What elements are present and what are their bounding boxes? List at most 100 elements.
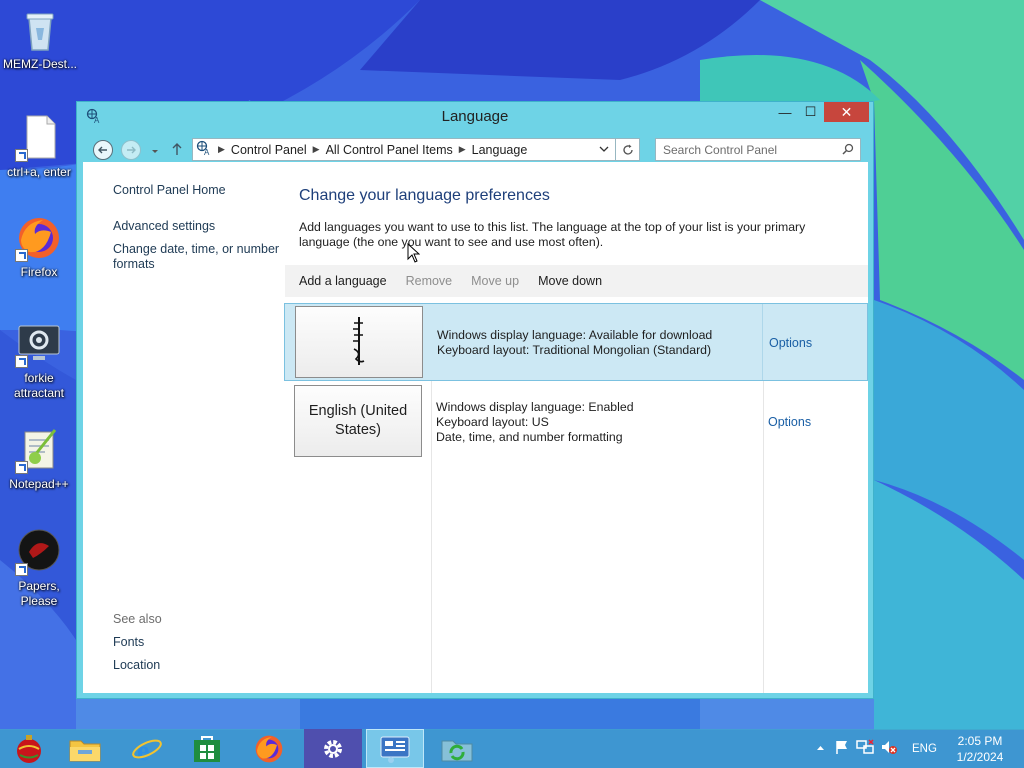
desktop-icon-label: ctrl+a, enter bbox=[7, 165, 71, 179]
search-icon[interactable] bbox=[842, 143, 854, 158]
formatting-info: Date, time, and number formatting bbox=[436, 430, 623, 444]
papers-please-icon bbox=[15, 528, 63, 576]
language-toolbar: Add a language Remove Move up Move down bbox=[285, 265, 868, 297]
text-file-icon bbox=[15, 114, 63, 162]
search-placeholder: Search Control Panel bbox=[663, 143, 778, 157]
language-tile-mongolian[interactable] bbox=[295, 306, 423, 378]
firefox-icon bbox=[255, 735, 283, 762]
show-hidden-icons-chevron-icon[interactable] bbox=[816, 743, 825, 755]
taskbar-sync-folder[interactable] bbox=[428, 729, 486, 768]
language-row-mongolian[interactable]: Windows display language: Available for … bbox=[284, 303, 868, 381]
language-tile-english[interactable]: English (United States) bbox=[294, 385, 422, 457]
network-icon[interactable] bbox=[856, 739, 874, 758]
start-ornament-icon bbox=[17, 734, 41, 763]
desktop-icon-label: Firefox bbox=[20, 265, 58, 279]
arrow-right-icon bbox=[127, 146, 136, 154]
action-center-flag-icon[interactable] bbox=[834, 739, 850, 758]
link-change-formats[interactable]: Change date, time, or number formats bbox=[113, 242, 283, 272]
display-language-status: Windows display language: Available for … bbox=[437, 328, 713, 342]
options-link-english[interactable]: Options bbox=[768, 415, 811, 429]
firefox-icon bbox=[15, 214, 63, 262]
desktop-icon-recycle-bin[interactable]: MEMZ-Dest... bbox=[1, 6, 79, 72]
minimize-button[interactable]: — bbox=[774, 102, 796, 122]
desktop-icon-label: Notepad++ bbox=[9, 477, 69, 491]
breadcrumb-all-items[interactable]: All Control Panel Items bbox=[326, 143, 453, 157]
keyboard-layout: Keyboard layout: US bbox=[436, 415, 549, 429]
keyboard-layout: Keyboard layout: Traditional Mongolian (… bbox=[437, 343, 712, 357]
add-language-button[interactable]: Add a language bbox=[299, 274, 387, 288]
search-input[interactable]: Search Control Panel bbox=[655, 138, 861, 161]
desktop-icon-label: forkie attractant bbox=[13, 371, 65, 400]
link-advanced-settings[interactable]: Advanced settings bbox=[113, 219, 215, 234]
start-button[interactable] bbox=[0, 729, 58, 768]
breadcrumb-language[interactable]: Language bbox=[472, 143, 528, 157]
close-button[interactable]: ✕ bbox=[824, 102, 869, 122]
system-tray: ENG bbox=[816, 729, 937, 768]
page-title: Change your language preferences bbox=[299, 187, 550, 204]
address-path[interactable]: A ▶ Control Panel ▶ All Control Panel It… bbox=[192, 138, 616, 161]
desktop-icon-papers-please[interactable]: Papers, Please bbox=[0, 528, 78, 609]
language-window: A Language — ☐ ✕ A ▶ Control Panel ▶ All… bbox=[76, 101, 874, 699]
desktop-icon-forkie[interactable]: forkie attractant bbox=[0, 320, 78, 401]
shortcut-arrow-icon bbox=[15, 149, 28, 162]
control-panel-icon bbox=[380, 736, 410, 763]
remove-button[interactable]: Remove bbox=[406, 274, 453, 288]
address-bar: A ▶ Control Panel ▶ All Control Panel It… bbox=[84, 132, 866, 166]
link-control-panel-home[interactable]: Control Panel Home bbox=[113, 183, 226, 198]
taskbar-internet-explorer[interactable]: e bbox=[118, 729, 176, 768]
notepad-plus-plus-icon bbox=[15, 426, 63, 474]
title-bar[interactable]: A Language — ☐ ✕ bbox=[77, 102, 873, 130]
chevron-down-icon bbox=[152, 150, 158, 153]
breadcrumb-separator-icon[interactable]: ▶ bbox=[313, 144, 320, 155]
svg-text:A: A bbox=[204, 148, 210, 156]
desktop-icon-label: MEMZ-Dest... bbox=[3, 57, 77, 71]
desktop-icon-text-file[interactable]: ctrl+a, enter bbox=[0, 114, 78, 180]
page-description: Add languages you want to use to this li… bbox=[299, 220, 806, 249]
shortcut-arrow-icon bbox=[15, 461, 28, 474]
breadcrumb-separator-icon: ▶ bbox=[218, 144, 225, 154]
options-link-mongolian[interactable]: Options bbox=[769, 336, 812, 350]
breadcrumb-separator-icon[interactable]: ▶ bbox=[459, 144, 466, 155]
recycle-bin-icon bbox=[16, 6, 64, 54]
move-down-button[interactable]: Move down bbox=[538, 274, 602, 288]
control-panel-icon: A bbox=[196, 140, 212, 159]
shortcut-arrow-icon bbox=[15, 249, 28, 262]
see-also-heading: See also bbox=[113, 612, 162, 626]
desktop-icon-firefox[interactable]: Firefox bbox=[0, 214, 78, 280]
language-info: Windows display language: Available for … bbox=[437, 328, 712, 358]
window-title: Language bbox=[441, 108, 509, 125]
link-fonts[interactable]: Fonts bbox=[113, 635, 144, 650]
volume-muted-icon[interactable] bbox=[880, 739, 898, 758]
sync-folder-icon bbox=[441, 740, 473, 761]
mouse-cursor-icon bbox=[407, 242, 421, 266]
svg-text:e: e bbox=[137, 736, 149, 765]
shortcut-arrow-icon bbox=[15, 563, 28, 576]
store-icon bbox=[194, 735, 220, 762]
forward-button[interactable] bbox=[121, 140, 141, 160]
taskbar-control-panel[interactable] bbox=[366, 729, 424, 768]
desktop-icon-notepad-plus-plus[interactable]: Notepad++ bbox=[0, 426, 78, 492]
breadcrumb-control-panel[interactable]: Control Panel bbox=[231, 143, 307, 157]
link-location[interactable]: Location bbox=[113, 658, 160, 673]
main-panel: Change your language preferences Add lan… bbox=[284, 162, 869, 693]
up-button[interactable] bbox=[170, 141, 184, 160]
maximize-button[interactable]: ☐ bbox=[798, 102, 823, 122]
recent-locations-dropdown[interactable] bbox=[150, 145, 160, 159]
desktop-icon-label: Papers, Please bbox=[18, 579, 60, 608]
taskbar-store[interactable] bbox=[178, 729, 236, 768]
refresh-button[interactable] bbox=[616, 138, 640, 161]
language-row-english[interactable]: English (United States) Windows display … bbox=[284, 383, 868, 461]
address-dropdown-chevron-icon[interactable] bbox=[599, 143, 609, 157]
taskbar-firefox[interactable] bbox=[240, 729, 298, 768]
input-language-indicator[interactable]: ENG bbox=[912, 743, 937, 755]
taskbar-settings[interactable] bbox=[304, 729, 362, 768]
file-explorer-icon bbox=[69, 740, 101, 761]
sidebar: Control Panel Home Advanced settings Cha… bbox=[113, 162, 293, 693]
settings-monitor-icon bbox=[15, 320, 63, 368]
arrow-left-icon bbox=[98, 146, 107, 154]
clock[interactable]: 2:05 PM 1/2/2024 bbox=[950, 733, 1010, 765]
content-area: Control Panel Home Advanced settings Cha… bbox=[83, 162, 868, 693]
back-button[interactable] bbox=[93, 140, 113, 160]
taskbar-file-explorer[interactable] bbox=[56, 729, 114, 768]
move-up-button[interactable]: Move up bbox=[471, 274, 519, 288]
